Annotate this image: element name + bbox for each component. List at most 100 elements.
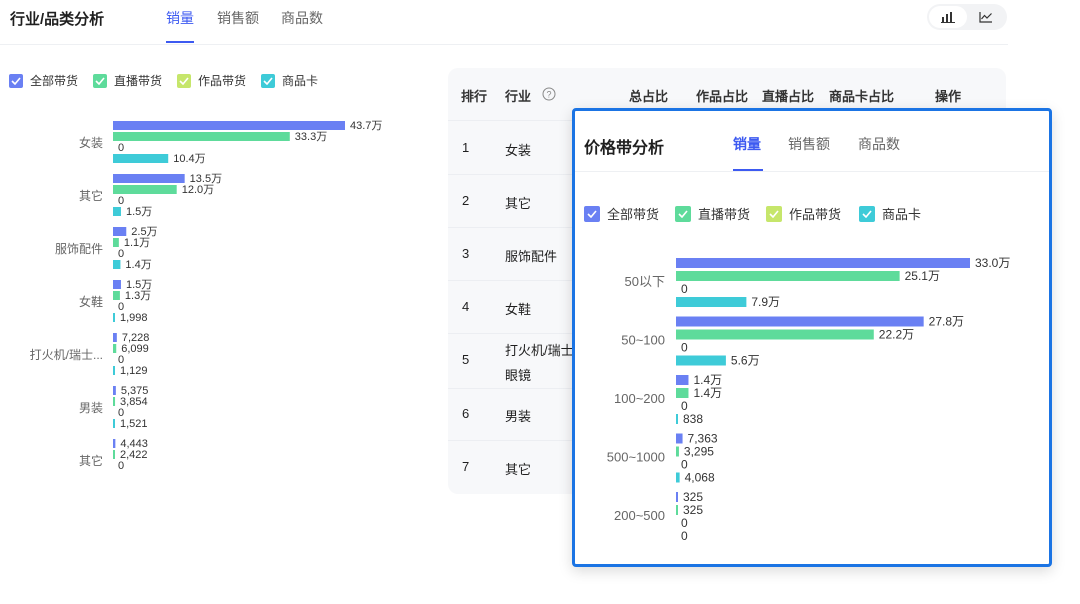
value-label: 12.0万 xyxy=(182,184,214,196)
legend-live[interactable]: 直播带货 xyxy=(93,72,162,89)
bar[interactable] xyxy=(676,414,678,424)
value-label: 0 xyxy=(681,529,688,543)
overlay-legend-product-card[interactable]: 商品卡 xyxy=(859,204,921,223)
bar[interactable] xyxy=(113,450,115,459)
value-label: 0 xyxy=(118,142,124,154)
bar[interactable] xyxy=(676,316,924,327)
overlay-tab-product-count[interactable]: 商品数 xyxy=(858,134,900,154)
table-cell-industry[interactable]: 服饰配件 xyxy=(505,246,557,265)
bar[interactable] xyxy=(113,238,119,247)
table-cell-industry[interactable]: 其它 xyxy=(505,193,531,212)
bar[interactable] xyxy=(676,492,678,502)
bar[interactable] xyxy=(676,355,726,366)
legend-product-card[interactable]: 商品卡 xyxy=(261,72,318,89)
line-chart-view-button[interactable] xyxy=(967,6,1005,28)
bar[interactable] xyxy=(113,121,345,130)
bar[interactable] xyxy=(113,227,127,236)
bar[interactable] xyxy=(113,419,115,428)
value-label: 1.3万 xyxy=(125,290,151,302)
value-label: 0 xyxy=(681,399,688,413)
overlay-legend-works[interactable]: 作品带货 xyxy=(766,204,841,223)
table-cell-rank: 1 xyxy=(462,140,470,155)
bar[interactable] xyxy=(676,297,747,307)
col-header-card-share: 商品卡占比 xyxy=(829,89,895,104)
category-label: 500~1000 xyxy=(607,450,665,465)
col-header-actions: 操作 xyxy=(935,89,962,104)
table-cell-industry[interactable]: 其它 xyxy=(505,459,531,478)
question-circle-icon[interactable]: ? xyxy=(542,87,556,106)
bar[interactable] xyxy=(113,174,185,183)
legend-all[interactable]: 全部带货 xyxy=(9,72,78,89)
table-cell-rank: 6 xyxy=(462,406,470,421)
category-label: 200~500 xyxy=(614,508,665,523)
bar[interactable] xyxy=(113,313,115,322)
bar[interactable] xyxy=(113,366,115,375)
value-label: 1.1万 xyxy=(124,237,150,249)
value-label: 0 xyxy=(118,460,124,472)
bar-chart-icon xyxy=(941,12,955,23)
bar[interactable] xyxy=(676,472,680,483)
bar[interactable] xyxy=(676,271,900,281)
value-label: 22.2万 xyxy=(879,328,914,342)
bar[interactable] xyxy=(676,375,689,385)
table-cell-industry[interactable]: 男装 xyxy=(505,406,531,425)
bar[interactable] xyxy=(676,446,679,457)
line-chart-icon xyxy=(979,12,992,23)
table-cell-rank: 2 xyxy=(462,193,470,208)
overlay-legend-all[interactable]: 全部带货 xyxy=(584,204,659,223)
value-label: 6,099 xyxy=(121,343,149,355)
tab-sales-amount[interactable]: 销售额 xyxy=(217,8,259,28)
header-divider xyxy=(0,44,1008,45)
bar[interactable] xyxy=(676,329,874,340)
overlay-tab-sales-amount[interactable]: 销售额 xyxy=(788,134,830,154)
category-label: 其它 xyxy=(79,188,103,203)
legend-label: 全部带货 xyxy=(607,207,660,222)
checkbox-checked-icon xyxy=(584,205,600,222)
overlay-legend-live[interactable]: 直播带货 xyxy=(675,204,750,223)
bar[interactable] xyxy=(113,154,169,163)
checkbox-checked-icon xyxy=(261,73,275,88)
bar[interactable] xyxy=(113,439,116,448)
legend-label: 作品带货 xyxy=(198,74,247,88)
bar[interactable] xyxy=(113,291,120,300)
checkbox-checked-icon xyxy=(675,205,691,222)
value-label: 43.7万 xyxy=(350,120,382,132)
legend-label: 全部带货 xyxy=(30,74,79,88)
value-label: 1,998 xyxy=(120,312,148,324)
table-cell-rank: 5 xyxy=(462,352,470,367)
table-cell-industry[interactable]: 女鞋 xyxy=(505,299,531,318)
bar[interactable] xyxy=(113,333,117,342)
bar[interactable] xyxy=(113,397,116,406)
tab-sales-volume[interactable]: 销量 xyxy=(166,8,194,28)
value-label: 1.4万 xyxy=(125,259,151,271)
bar[interactable] xyxy=(113,386,116,395)
value-label: 0 xyxy=(118,195,124,207)
bar[interactable] xyxy=(676,388,689,398)
table-cell-industry[interactable]: 女装 xyxy=(505,140,531,159)
legend-works[interactable]: 作品带货 xyxy=(177,72,246,89)
bar[interactable] xyxy=(676,505,678,515)
table-cell-rank: 4 xyxy=(462,299,470,314)
overlay-tab-sales-volume[interactable]: 销量 xyxy=(733,134,761,154)
bar[interactable] xyxy=(113,280,121,289)
bar[interactable] xyxy=(113,185,177,194)
bar[interactable] xyxy=(676,433,683,444)
bar-chart-view-button[interactable] xyxy=(929,6,967,28)
bar[interactable] xyxy=(113,207,121,216)
bar[interactable] xyxy=(113,344,117,353)
legend-label: 作品带货 xyxy=(789,207,842,222)
bar[interactable] xyxy=(676,258,970,268)
value-label: 7,363 xyxy=(688,432,718,446)
value-label: 1.5万 xyxy=(126,206,152,218)
category-label: 50~100 xyxy=(621,333,665,348)
bar[interactable] xyxy=(113,260,121,269)
table-cell-industry[interactable]: 打火机/瑞士 xyxy=(505,340,574,359)
value-label: 1,521 xyxy=(120,418,148,430)
bar[interactable] xyxy=(113,132,290,141)
value-label: 0 xyxy=(118,248,124,260)
tab-product-count[interactable]: 商品数 xyxy=(281,8,323,28)
col-header-rank: 排行 xyxy=(461,89,488,104)
checkbox-checked-icon xyxy=(9,73,23,88)
section-title: 行业/品类分析 xyxy=(10,11,105,28)
col-header-industry: 行业 xyxy=(505,89,532,104)
